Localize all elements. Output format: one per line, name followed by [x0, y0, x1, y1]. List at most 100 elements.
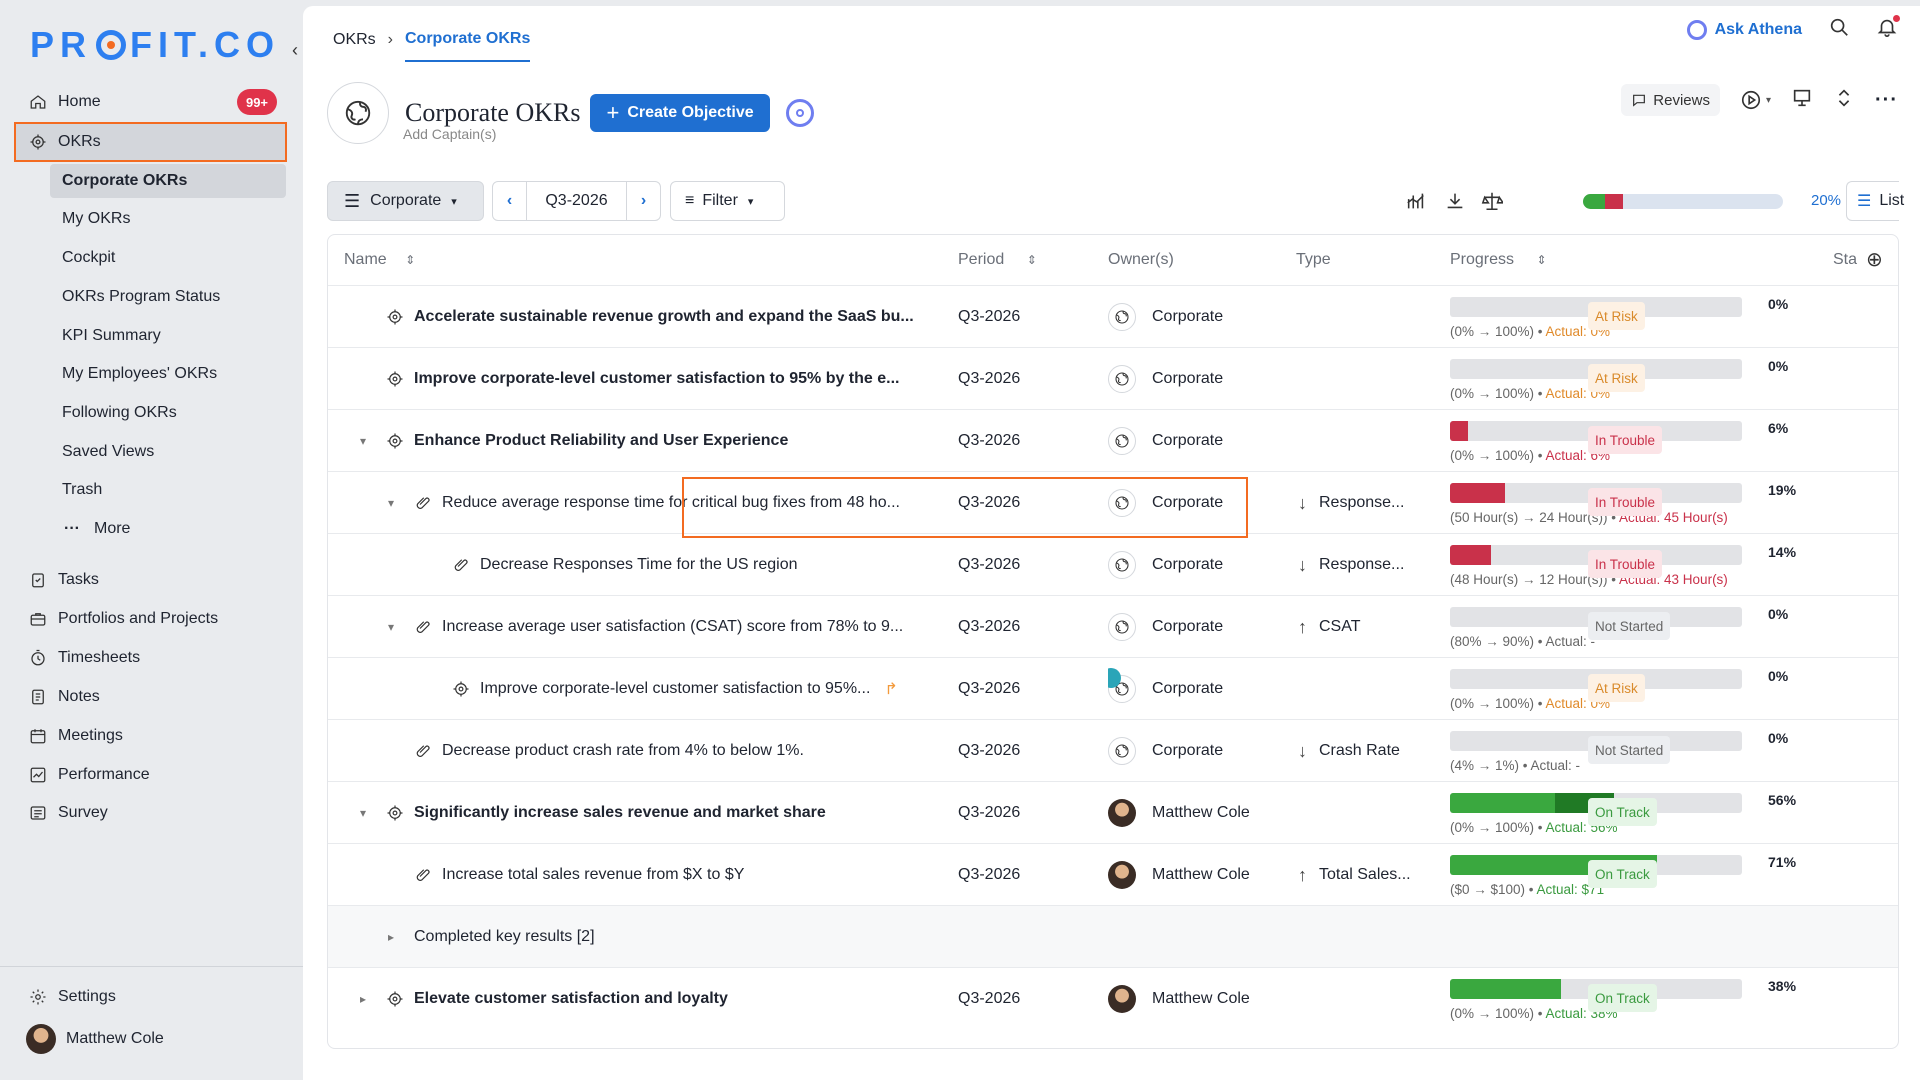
status-badge[interactable]: In Trouble — [1588, 426, 1663, 454]
sub-item-corporate-okrs[interactable]: Corporate OKRs — [62, 165, 187, 197]
table-row[interactable]: Decrease Responses Time for the US regio… — [328, 533, 1898, 595]
col-header-owner[interactable]: Owner(s) — [1108, 235, 1174, 285]
col-header-progress[interactable]: Progress ⇕ — [1450, 235, 1547, 285]
row-name[interactable]: Improve corporate-level customer satisfa… — [480, 680, 870, 698]
table-row[interactable]: Improve corporate-level customer satisfa… — [328, 347, 1898, 409]
chart-icon[interactable] — [1405, 190, 1427, 217]
ask-athena-button[interactable]: Ask Athena — [1686, 19, 1802, 40]
status-badge[interactable]: At Risk — [1588, 302, 1645, 330]
table-row[interactable]: ▸ Elevate customer satisfaction and loyal… — [328, 967, 1898, 1029]
status-badge[interactable]: In Trouble — [1588, 488, 1663, 516]
table-row[interactable]: ▾ Enhance Product Reliability and User Ex… — [328, 409, 1898, 471]
status-badge[interactable]: Not Started — [1588, 612, 1671, 640]
download-icon[interactable] — [1444, 190, 1466, 217]
collapse-caret-icon[interactable]: ▾ — [388, 496, 404, 510]
sub-item-more[interactable]: ··· More — [64, 513, 130, 545]
sub-item-employees-okrs[interactable]: My Employees' OKRs — [62, 358, 217, 390]
sub-item-my-okrs[interactable]: My OKRs — [62, 203, 130, 235]
table-row[interactable]: ▾ Reduce average response time for critic… — [328, 471, 1898, 533]
status-badge[interactable]: On Track — [1588, 984, 1657, 1012]
user-profile[interactable]: Matthew Cole — [26, 1021, 164, 1057]
progress-segment-green — [1583, 194, 1605, 209]
nav-notes[interactable]: Notes — [28, 679, 100, 715]
row-name[interactable]: Significantly increase sales revenue and… — [414, 804, 826, 822]
status-badge[interactable]: Not Started — [1588, 736, 1671, 764]
collapse-sidebar-icon[interactable]: ‹ — [292, 40, 298, 61]
period-label[interactable]: Q3-2026 — [527, 192, 626, 210]
row-name[interactable]: Enhance Product Reliability and User Exp… — [414, 432, 788, 450]
balance-scale-icon[interactable] — [1481, 190, 1505, 217]
crumb-okrs[interactable]: OKRs — [333, 31, 376, 49]
collapse-caret-icon[interactable]: ▾ — [360, 434, 376, 448]
profit-logo[interactable]: PR FIT.CO — [30, 24, 280, 66]
table-row[interactable]: Decrease product crash rate from 4% to b… — [328, 719, 1898, 781]
col-header-type[interactable]: Type — [1296, 235, 1331, 285]
add-column-icon[interactable]: ⊕ — [1866, 235, 1883, 285]
expand-collapse-icon[interactable] — [1833, 87, 1855, 114]
sub-item-cockpit[interactable]: Cockpit — [62, 242, 115, 274]
progress-percent: 0% — [1768, 358, 1789, 374]
nav-timesheets[interactable]: Timesheets — [28, 640, 140, 676]
nav-meetings[interactable]: Meetings — [28, 718, 123, 754]
row-name[interactable]: Decrease Responses Time for the US regio… — [480, 556, 797, 574]
table-row[interactable]: ▾ Increase average user satisfaction (CSA… — [328, 595, 1898, 657]
table-row[interactable]: Accelerate sustainable revenue growth an… — [328, 285, 1898, 347]
table-row[interactable]: Improve corporate-level customer satisfa… — [328, 657, 1898, 719]
status-badge[interactable]: At Risk — [1588, 364, 1645, 392]
presentation-icon[interactable] — [1791, 87, 1813, 114]
nav-okrs[interactable]: OKRs — [28, 124, 101, 160]
sub-item-kpi-summary[interactable]: KPI Summary — [62, 320, 161, 352]
status-badge[interactable]: At Risk — [1588, 674, 1645, 702]
completed-key-results-row[interactable]: ▸ Completed key results [2] — [328, 905, 1898, 967]
linked-objective-icon[interactable]: ↱ — [884, 679, 897, 699]
more-options-icon[interactable]: ··· — [1875, 89, 1898, 112]
sub-item-following-okrs[interactable]: Following OKRs — [62, 397, 177, 429]
crumb-corporate-okrs[interactable]: Corporate OKRs — [405, 30, 531, 62]
next-period-button[interactable]: › — [626, 182, 660, 220]
scope-dropdown[interactable]: ☰ Corporate ▾ — [327, 181, 484, 221]
sub-item-program-status[interactable]: OKRs Program Status — [62, 281, 220, 313]
add-captain-link[interactable]: Add Captain(s) — [403, 126, 496, 142]
expand-caret-icon[interactable]: ▸ — [388, 930, 404, 944]
col-header-name[interactable]: Name ⇕ — [344, 235, 415, 285]
status-badge[interactable]: On Track — [1588, 798, 1657, 826]
search-icon[interactable] — [1828, 16, 1850, 43]
collapse-caret-icon[interactable]: ▾ — [360, 806, 376, 820]
reviews-button[interactable]: Reviews — [1621, 84, 1720, 116]
progress-percent: 6% — [1768, 420, 1789, 436]
play-icon[interactable]: ▾ — [1740, 89, 1771, 111]
col-header-period[interactable]: Period ⇕ — [958, 235, 1037, 285]
collapse-caret-icon[interactable]: ▾ — [388, 620, 404, 634]
expand-caret-icon[interactable]: ▸ — [360, 992, 376, 1006]
row-name[interactable]: Accelerate sustainable revenue growth an… — [414, 308, 914, 326]
row-name[interactable]: Decrease product crash rate from 4% to b… — [442, 742, 804, 760]
nav-tasks[interactable]: Tasks — [28, 562, 99, 598]
row-name[interactable]: Completed key results [2] — [414, 928, 595, 946]
create-objective-button[interactable]: + Create Objective — [590, 94, 770, 132]
view-toggle[interactable]: ☰ List — [1846, 181, 1904, 221]
key-result-icon — [452, 556, 470, 574]
nav-home[interactable]: Home — [28, 84, 101, 120]
sub-item-saved-views[interactable]: Saved Views — [62, 436, 154, 468]
sub-item-trash[interactable]: Trash — [62, 474, 102, 506]
nav-portfolios[interactable]: Portfolios and Projects — [28, 601, 218, 637]
nav-survey[interactable]: Survey — [28, 795, 108, 831]
filter-button[interactable]: ≡ Filter ▾ — [670, 181, 785, 221]
table-row[interactable]: Increase total sales revenue from $X to … — [328, 843, 1898, 905]
progress-segment-red — [1605, 194, 1623, 209]
status-badge[interactable]: On Track — [1588, 860, 1657, 888]
row-name[interactable]: Increase total sales revenue from $X to … — [442, 866, 744, 884]
col-header-status[interactable]: Sta — [1833, 235, 1857, 285]
athena-assist-icon[interactable] — [785, 99, 814, 127]
prev-period-button[interactable]: ‹ — [493, 182, 527, 220]
row-name[interactable]: Improve corporate-level customer satisfa… — [414, 370, 899, 388]
okr-table: Name ⇕ Period ⇕ Owner(s) Type Progress ⇕… — [327, 234, 1899, 1049]
row-name[interactable]: Increase average user satisfaction (CSAT… — [442, 618, 903, 636]
row-name[interactable]: Elevate customer satisfaction and loyalt… — [414, 990, 728, 1008]
bell-icon[interactable] — [1876, 15, 1900, 43]
nav-performance[interactable]: Performance — [28, 757, 150, 793]
table-row[interactable]: ▾ Significantly increase sales revenue an… — [328, 781, 1898, 843]
row-name[interactable]: Reduce average response time for critica… — [442, 494, 900, 512]
nav-settings[interactable]: Settings — [28, 979, 116, 1015]
status-badge[interactable]: In Trouble — [1588, 550, 1663, 578]
